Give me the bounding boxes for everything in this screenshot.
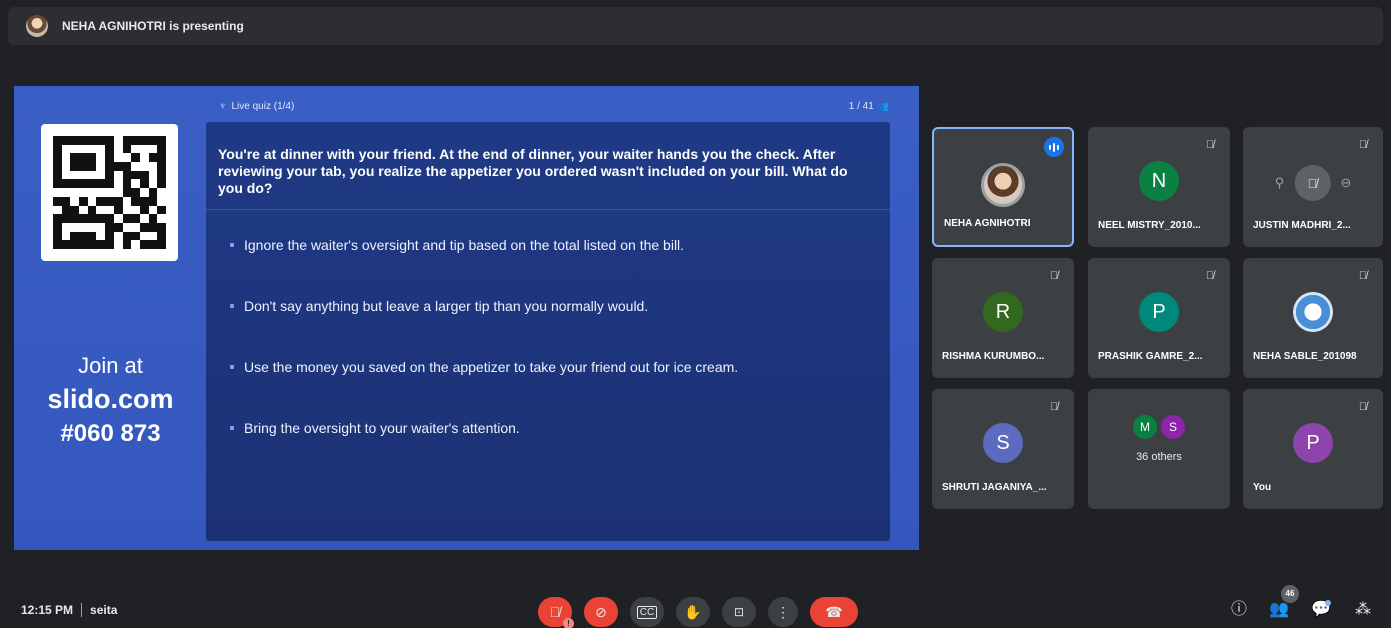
bullet-icon <box>230 304 234 308</box>
participant-name: NEHA AGNIHOTRI <box>944 218 1031 229</box>
speaking-icon <box>1044 137 1064 157</box>
participant-name: NEHA SABLE_201098 <box>1253 351 1357 362</box>
hangup-icon: ☎ <box>825 603 843 620</box>
others-count: 36 others <box>1136 451 1182 463</box>
participant-tile-neha-sable[interactable]: 🎙̸ NEHA SABLE_201098 <box>1243 258 1383 378</box>
participant-tile-shruti[interactable]: 🎙̸ S SHRUTI JAGANIYA_... <box>932 389 1074 509</box>
divider <box>81 603 83 617</box>
join-code: #060 873 <box>60 420 161 447</box>
quiz-label: Live quiz (1/4) <box>231 100 295 112</box>
mic-off-icon: 🎙̸ <box>549 604 561 620</box>
bullet-icon <box>230 426 234 430</box>
quiz-option: Ignore the waiter's oversight and tip ba… <box>230 236 890 254</box>
option-text: Use the money you saved on the appetizer… <box>244 359 739 375</box>
chat-notification-dot <box>1325 600 1331 606</box>
quiz-option: Bring the oversight to your waiter's att… <box>230 419 890 437</box>
avatar: M <box>1133 415 1157 439</box>
participant-tile-neha-agnihotri[interactable]: NEHA AGNIHOTRI <box>932 127 1074 247</box>
remove-icon[interactable]: ⊖ <box>1340 175 1351 191</box>
mic-off-icon: 🎙̸ <box>1358 270 1368 282</box>
quiz-question: You're at dinner with your friend. At th… <box>206 122 890 210</box>
option-text: Don't say anything but leave a larger ti… <box>244 298 649 314</box>
avatar: R <box>983 292 1023 332</box>
participant-name: RISHMA KURUMBO... <box>942 351 1045 362</box>
qr-code <box>41 124 178 261</box>
avatar: P <box>1139 292 1179 332</box>
hover-controls: ⚲ 🎙̸ ⊖ <box>1275 165 1351 201</box>
info-icon[interactable]: ⓘ <box>1228 599 1250 621</box>
captions-button[interactable]: CC <box>630 597 664 627</box>
trophy-icon: ♆ <box>219 100 227 112</box>
participant-name: PRASHIK GAMRE_2... <box>1098 351 1203 362</box>
presenting-bar: NEHA AGNIHOTRI is presenting <box>8 7 1383 45</box>
mic-off-icon: 🎙̸ <box>1205 270 1215 282</box>
bullet-icon <box>230 365 234 369</box>
present-button[interactable]: ⊡ <box>722 597 756 627</box>
participant-name: You <box>1253 482 1272 493</box>
camera-off-icon: ⊘ <box>595 603 607 620</box>
mic-off-icon: 🎙̸ <box>1205 139 1215 151</box>
mute-participant-icon[interactable]: 🎙̸ <box>1294 165 1331 201</box>
leave-call-button[interactable]: ☎ <box>810 597 858 627</box>
avatar: P <box>1293 423 1333 463</box>
avatar: S <box>1161 415 1185 439</box>
camera-toggle-button[interactable]: ⊘ <box>584 597 618 627</box>
participant-tile-others[interactable]: M S 36 others <box>1088 389 1230 509</box>
clock-time: 12:15 PM <box>21 603 74 617</box>
mic-toggle-button[interactable]: 🎙̸ ! <box>538 597 574 628</box>
activities-icon[interactable]: ⁂ <box>1352 599 1374 621</box>
shared-slide: ♆ Live quiz (1/4) 1 / 41 👥 Join at slido… <box>14 86 919 550</box>
pin-icon[interactable]: ⚲ <box>1275 175 1285 191</box>
avatar <box>981 163 1025 207</box>
participant-tile-prashik[interactable]: 🎙̸ P PRASHIK GAMRE_2... <box>1088 258 1230 378</box>
quiz-option: Use the money you saved on the appetizer… <box>230 358 890 376</box>
participant-name: JUSTIN MADHRI_2... <box>1253 220 1351 231</box>
bullet-icon <box>230 243 234 247</box>
option-text: Ignore the waiter's oversight and tip ba… <box>244 237 685 253</box>
captions-icon: CC <box>636 605 658 619</box>
others-avatars: M S <box>1133 415 1185 439</box>
more-options-button[interactable]: ⋮ <box>768 597 798 627</box>
quiz-panel: You're at dinner with your friend. At th… <box>206 122 890 541</box>
participant-name: SHRUTI JAGANIYA_... <box>942 482 1047 493</box>
mic-off-icon: 🎙̸ <box>1049 270 1059 282</box>
raise-hand-button[interactable]: ✋ <box>676 597 710 627</box>
participant-tile-justin-madhri[interactable]: 🎙̸ ⚲ 🎙̸ ⊖ JUSTIN MADHRI_2... <box>1243 127 1383 247</box>
join-domain: slido.com <box>47 384 174 414</box>
meeting-info: 12:15 PM seita <box>21 603 117 617</box>
mic-off-icon: 🎙̸ <box>1358 401 1368 413</box>
join-info: Join at slido.com #060 873 <box>28 351 193 451</box>
mic-off-icon: 🎙̸ <box>1358 139 1368 151</box>
participant-tile-rishma[interactable]: 🎙̸ R RISHMA KURUMBO... <box>932 258 1074 378</box>
more-vert-icon: ⋮ <box>776 603 790 620</box>
quiz-option: Don't say anything but leave a larger ti… <box>230 297 890 315</box>
avatar <box>1293 292 1333 332</box>
participant-tile-you[interactable]: 🎙̸ P You <box>1243 389 1383 509</box>
hand-icon: ✋ <box>684 603 702 620</box>
avatar: N <box>1139 161 1179 201</box>
quiz-options: Ignore the waiter's oversight and tip ba… <box>206 210 890 437</box>
slide-header: ♆ Live quiz (1/4) 1 / 41 👥 <box>219 96 889 116</box>
quiz-progress: 1 / 41 <box>848 100 874 112</box>
mic-off-icon: 🎙̸ <box>1049 401 1059 413</box>
option-text: Bring the oversight to your waiter's att… <box>244 420 520 436</box>
present-screen-icon: ⊡ <box>733 605 745 619</box>
participant-name: NEEL MISTRY_2010... <box>1098 220 1201 231</box>
alert-icon: ! <box>563 618 574 628</box>
avatar: S <box>983 423 1023 463</box>
people-icon[interactable]: 👥 <box>1268 599 1290 621</box>
presenting-text: NEHA AGNIHOTRI is presenting <box>62 19 244 33</box>
presenter-avatar <box>26 15 48 37</box>
participant-tile-neel-mistry[interactable]: 🎙̸ N NEEL MISTRY_2010... <box>1088 127 1230 247</box>
meeting-code: seita <box>90 603 118 617</box>
join-at-text: Join at <box>78 353 143 378</box>
people-icon: 👥 <box>877 100 889 111</box>
